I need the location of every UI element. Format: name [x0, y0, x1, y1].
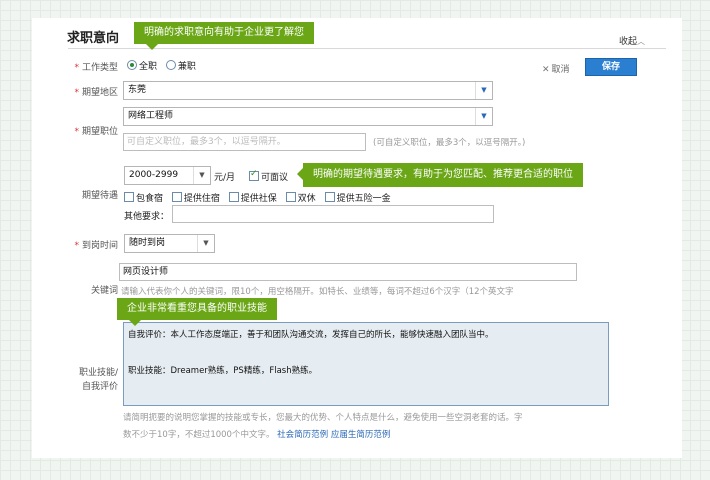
dropdown-arrow-icon: ▼	[193, 167, 210, 184]
job-intention-panel: 求职意向 收起︿ * 工作类型 全职 兼职 ✕ 取消 保存 * 期望地区 东莞 ▼ 网…	[32, 18, 682, 458]
collapse-label: 收起	[619, 37, 638, 47]
skills-hint-line2: 数不少于10字，不超过1000个中文字。 社会简历范例 应届生简历范例	[123, 430, 391, 440]
salary-unit: 元/月	[214, 173, 236, 183]
job-type-label: * 工作类型	[74, 63, 118, 73]
tip-salary: 明确的期望待遇要求，有助于为您匹配、推荐更合适的职位	[297, 163, 583, 187]
skills-hint-line1: 请简明扼要的说明您掌握的技能或专长，您最大的优势、个人特点是什么，避免使用一些空…	[123, 413, 523, 423]
skills-textarea[interactable]: 自我评价：本人工作态度端正，善于和团队沟通交流，发挥自己的所长，能够快速融入团队…	[123, 322, 609, 406]
required-mark: *	[74, 63, 79, 73]
job-type-options: 全职 兼职	[127, 59, 202, 72]
keywords-input[interactable]: 网页设计师	[119, 263, 577, 281]
negotiable-checkbox[interactable]: 可面议	[249, 169, 288, 183]
skills-label: 职业技能/ 自我评价	[78, 368, 118, 392]
salary-label: 期望待遇	[81, 191, 118, 201]
other-requirements-input[interactable]	[172, 205, 494, 223]
section-title: 求职意向	[67, 31, 120, 46]
arrival-select[interactable]: 随时到岗 ▼	[124, 234, 215, 253]
save-button[interactable]: 保存	[585, 58, 637, 76]
tip-skills: 企业非常看重您具备的职业技能	[117, 298, 277, 326]
checkbox-icon	[249, 169, 259, 181]
keywords-label: 关键词	[90, 286, 118, 296]
benefit-checkbox-housing[interactable]: 提供住宿	[171, 192, 226, 204]
dropdown-arrow-icon: ▼	[475, 108, 492, 125]
dropdown-arrow-icon: ▼	[475, 82, 492, 99]
location-label: * 期望地区	[74, 88, 118, 98]
position-label: * 期望职位	[74, 127, 118, 137]
benefit-checkbox-meals[interactable]: 包食宿	[124, 192, 169, 204]
benefit-checkbox-weekends[interactable]: 双休	[285, 192, 322, 204]
position-hint: (可自定义职位，最多3个，以逗号隔开。)	[373, 138, 526, 148]
other-requirements-label: 其他要求：	[124, 212, 170, 222]
radio-parttime[interactable]: 兼职	[165, 60, 202, 72]
keywords-hint: 请输入代表你个人的关键词，限10个，用空格隔开。如特长、业绩等，每词不超过6个汉…	[121, 287, 514, 297]
skills-text: 职业技能：Dreamer熟练，PS精练，Flash熟练。	[128, 366, 318, 376]
collapse-toggle[interactable]: 收起︿	[619, 34, 645, 47]
benefit-checkbox-five-insurances[interactable]: 提供五险一金	[324, 192, 391, 204]
chevron-up-icon: ︿	[637, 37, 646, 46]
tip-job-intention: 明确的求职意向有助于企业更了解您	[134, 22, 314, 50]
custom-position-input[interactable]: 可自定义职位，最多3个，以逗号隔开。	[123, 133, 366, 151]
position-select[interactable]: 网络工程师 ▼	[123, 107, 493, 126]
benefit-checkbox-insurance[interactable]: 提供社保	[228, 192, 283, 204]
graduate-resume-sample-link[interactable]: 应届生简历范例	[331, 430, 391, 440]
self-evaluation-text: 自我评价：本人工作态度端正，善于和团队沟通交流，发挥自己的所长，能够快速融入团队…	[128, 330, 494, 340]
radio-icon	[165, 60, 176, 70]
dropdown-arrow-icon: ▼	[197, 235, 214, 252]
radio-fulltime[interactable]: 全职	[127, 60, 163, 72]
location-select[interactable]: 东莞 ▼	[123, 81, 493, 100]
benefits-list: 包食宿 提供住宿 提供社保 双休 提供五险一金	[124, 191, 391, 204]
salary-select[interactable]: 2000-2999 ▼	[124, 166, 211, 185]
close-icon: ✕	[542, 65, 550, 75]
arrival-label: * 到岗时间	[74, 241, 118, 251]
social-resume-sample-link[interactable]: 社会简历范例	[277, 430, 328, 440]
cancel-button[interactable]: ✕ 取消	[542, 62, 570, 75]
radio-icon	[127, 60, 137, 70]
